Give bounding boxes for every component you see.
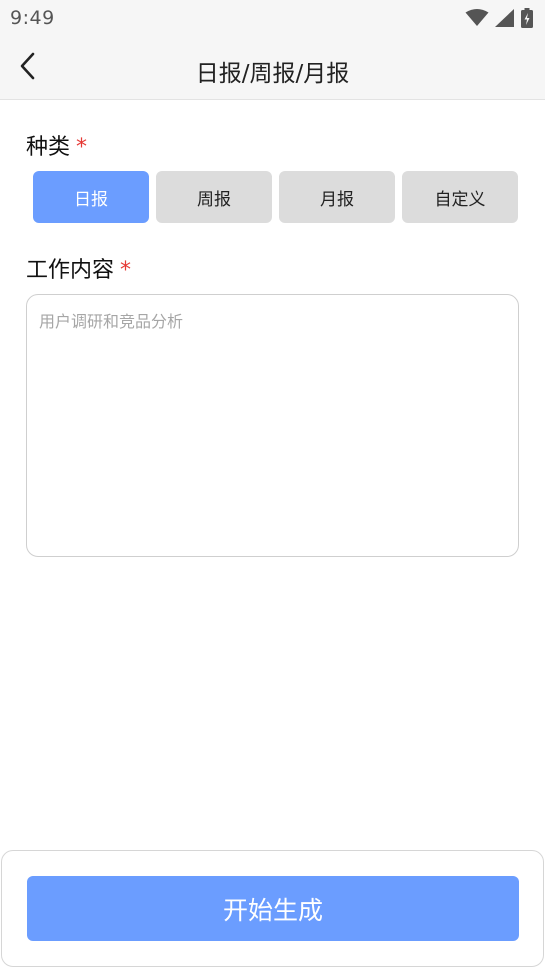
work-content-input[interactable] [27,295,518,556]
category-label: 种类 [26,135,71,160]
work-content-required-mark: * [120,258,132,283]
category-selector: 日报 周报 月报 自定义 [33,171,518,223]
work-content-label-row: 工作内容 * [26,252,131,284]
wifi-icon [465,9,489,27]
page-title: 日报/周报/月报 [195,61,350,87]
category-required-mark: * [76,135,88,160]
bottom-action-panel: 开始生成 [1,850,544,967]
category-option-weekly[interactable]: 周报 [156,171,272,223]
category-option-monthly[interactable]: 月报 [279,171,395,223]
category-option-custom[interactable]: 自定义 [402,171,518,223]
app-header: 日报/周报/月报 [0,36,545,100]
status-icons [465,8,533,28]
category-label-row: 种类 * [26,129,87,161]
battery-charging-icon [521,8,533,28]
page: 9:49 日报/周报/月报 种类 * 日报 周报 月报 自定义 工作内容 * 用… [0,0,545,968]
work-content-box [26,294,519,557]
work-content-label: 工作内容 [26,258,115,283]
category-option-daily[interactable]: 日报 [33,171,149,223]
generate-button[interactable]: 开始生成 [27,876,519,941]
status-time: 9:49 [10,7,55,29]
status-bar: 9:49 [0,0,545,36]
cellular-signal-icon [495,9,515,27]
